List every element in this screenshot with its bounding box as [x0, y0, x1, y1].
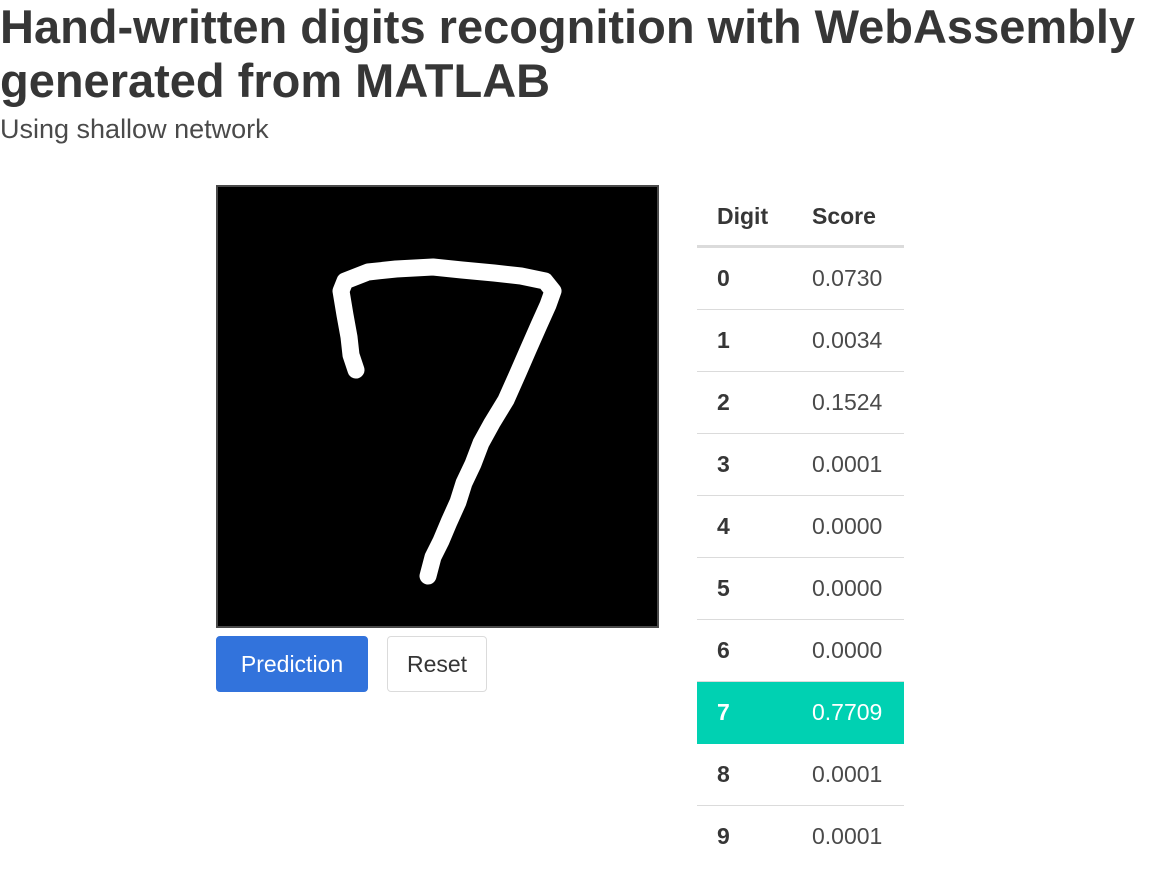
score-cell: 0.1524 [792, 371, 904, 434]
table-row: 5 0.0000 [697, 557, 904, 620]
digit-cell: 7 [697, 681, 792, 744]
page-title: Hand-written digits recognition with Web… [0, 0, 1136, 107]
score-table: Digit Score 0 0.0730 1 0.0034 2 0.1524 3… [697, 187, 904, 867]
digit-cell: 3 [697, 433, 792, 496]
digit-cell: 6 [697, 619, 792, 682]
digit-cell: 0 [697, 246, 792, 310]
table-row: 4 0.0000 [697, 495, 904, 558]
score-cell: 0.0000 [792, 557, 904, 620]
handwritten-digit-drawing [332, 258, 562, 585]
column-header-score: Score [792, 187, 904, 248]
prediction-button[interactable]: Prediction [216, 636, 368, 692]
table-row-selected: 7 0.7709 [697, 681, 904, 744]
digit-cell: 2 [697, 371, 792, 434]
digit-cell: 9 [717, 823, 730, 849]
reset-button[interactable]: Reset [387, 636, 487, 692]
table-row: 8 0.0001 [697, 743, 904, 806]
table-row: 2 0.1524 [697, 371, 904, 434]
table-row: 9 0.0001 [697, 806, 904, 868]
table-row: 6 0.0000 [697, 619, 904, 682]
table-row: 0 0.0730 [697, 246, 904, 310]
score-cell: 0.0730 [792, 246, 904, 310]
page: Hand-written digits recognition with Web… [0, 0, 1170, 871]
score-cell: 0.0034 [792, 309, 904, 372]
digit-cell: 8 [697, 743, 792, 806]
score-cell: 0.0000 [792, 495, 904, 558]
digit-cell: 1 [697, 309, 792, 372]
score-cell: 0.7709 [792, 681, 904, 744]
score-cell: 0.0001 [792, 433, 904, 496]
column-header-digit: Digit [697, 187, 792, 248]
drawing-canvas[interactable] [216, 185, 659, 628]
score-cell: 0.0001 [812, 823, 883, 849]
score-cell: 0.0001 [792, 743, 904, 806]
digit-stroke [332, 258, 562, 585]
digit-cell: 5 [697, 557, 792, 620]
table-row: 3 0.0001 [697, 433, 904, 496]
score-cell: 0.0000 [792, 619, 904, 682]
digit-cell: 4 [697, 495, 792, 558]
table-header-row: Digit Score [697, 187, 904, 248]
page-subtitle: Using shallow network [0, 114, 269, 144]
table-row: 1 0.0034 [697, 309, 904, 372]
